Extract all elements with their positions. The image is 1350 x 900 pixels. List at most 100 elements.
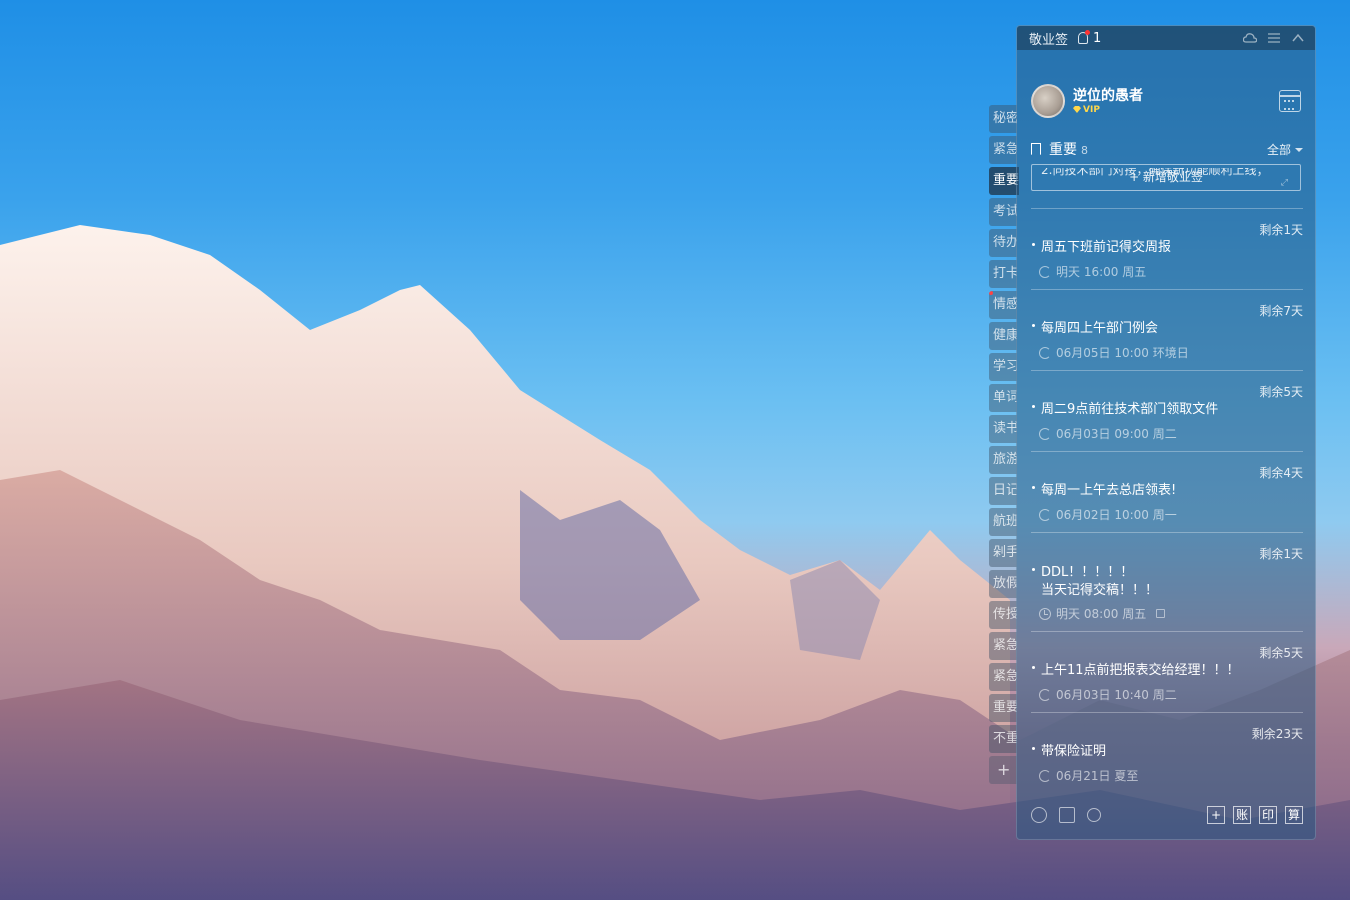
tab-exam[interactable]: 考试 <box>989 198 1017 226</box>
vip-badge: VIP <box>1073 105 1100 115</box>
calculator-button[interactable]: 算 <box>1285 806 1303 824</box>
note-meta: 明天 08:00 周五 <box>1039 605 1166 622</box>
tab-urgent-2[interactable]: 紧急 <box>989 632 1017 660</box>
filter-dropdown[interactable]: 全部 <box>1267 141 1303 158</box>
note-item[interactable]: 剩余1天 DDL！！！！！ 当天记得交稿！！！ 明天 08:00 周五 <box>1031 532 1303 631</box>
note-item[interactable]: 剩余23天 带保险证明 06月21日 夏至 <box>1031 712 1303 793</box>
tab-not-important[interactable]: 不重 <box>989 725 1017 753</box>
note-item[interactable]: 剩余5天 上午11点前把报表交给经理！！！ 06月03日 10:40 周二 <box>1031 631 1303 712</box>
tab-diary[interactable]: 日记 <box>989 477 1017 505</box>
add-button[interactable]: + <box>1207 806 1225 824</box>
repeat-icon <box>1039 769 1051 782</box>
tab-urgent-3[interactable]: 紧急 <box>989 663 1017 691</box>
tab-todo[interactable]: 待办 <box>989 229 1017 257</box>
tab-emotion[interactable]: 情感 <box>989 291 1017 319</box>
section-title: 重要 <box>1049 142 1077 158</box>
add-tab-button[interactable]: + <box>989 756 1017 784</box>
bell-icon[interactable] <box>1078 30 1091 44</box>
lock-icon <box>1156 609 1166 618</box>
filter-label: 全部 <box>1266 142 1291 157</box>
footer-tools: + 账 印 算 <box>1207 806 1303 824</box>
remaining-days: 剩余1天 <box>1259 223 1303 237</box>
vip-label: VIP <box>1083 105 1100 115</box>
remaining-days: 剩余23天 <box>1251 727 1303 741</box>
note-text: 周五下班前记得交周报 <box>1031 240 1172 255</box>
username[interactable]: 逆位的愚者 <box>1073 85 1143 105</box>
history-icon[interactable] <box>1031 807 1047 823</box>
clipped-note-line: 2.向技术部门对接，确保新功能顺利上线； <box>1041 168 1269 177</box>
tab-urgent[interactable]: 紧急 <box>989 136 1017 164</box>
remaining-days: 剩余5天 <box>1259 646 1303 660</box>
app-title: 敬业签 <box>1029 32 1069 48</box>
remaining-days: 剩余5天 <box>1259 385 1303 399</box>
note-time: 明天 16:00 周五 <box>1056 265 1147 279</box>
search-icon[interactable] <box>1087 808 1101 822</box>
note-item[interactable]: 剩余1天 周五下班前记得交周报 明天 16:00 周五 <box>1031 208 1303 289</box>
note-text: 每周一上午去总店领表! <box>1031 483 1177 498</box>
note-time: 06月05日 10:00 环境日 <box>1056 346 1189 360</box>
avatar[interactable] <box>1031 84 1065 118</box>
calendar-icon[interactable] <box>1279 90 1301 112</box>
note-item[interactable]: 剩余4天 每周一上午去总店领表! 06月02日 10:00 周一 <box>1031 451 1303 532</box>
remaining-days: 剩余4天 <box>1259 466 1303 480</box>
tab-shopping[interactable]: 剁手 <box>989 539 1017 567</box>
remaining-days: 剩余1天 <box>1259 547 1303 561</box>
tab-teach[interactable]: 传授 <box>989 601 1017 629</box>
repeat-icon <box>1039 688 1051 701</box>
bookmark-icon <box>1031 143 1041 155</box>
collapse-icon[interactable] <box>1291 32 1305 44</box>
titlebar-controls <box>1243 32 1305 44</box>
note-meta: 明天 16:00 周五 <box>1039 263 1146 280</box>
note-item[interactable]: 剩余7天 每周四上午部门例会 06月05日 10:00 环境日 <box>1031 289 1303 370</box>
cloud-sync-icon[interactable] <box>1243 32 1257 44</box>
repeat-icon <box>1039 346 1051 359</box>
note-text: DDL！！！！！ 当天记得交稿！！！ <box>1031 564 1159 600</box>
tab-checkin[interactable]: 打卡 <box>989 260 1017 288</box>
notification-count: 1 <box>1093 30 1102 46</box>
tab-health[interactable]: 健康 <box>989 322 1017 350</box>
note-time: 明天 08:00 周五 <box>1056 607 1147 621</box>
sticky-note-panel: 敬业签 1 逆位的愚者 VIP 重要 8 全部 + 新增敬业签 ⤢ 2.向技术部… <box>1016 25 1316 840</box>
note-time: 06月02日 10:00 周一 <box>1056 508 1177 522</box>
tab-travel[interactable]: 旅游 <box>989 446 1017 474</box>
tab-important[interactable]: 重要 <box>989 167 1019 195</box>
panel-footer: + 账 印 算 <box>1017 791 1315 839</box>
note-text: 周二9点前往技术部门领取文件 <box>1031 402 1219 417</box>
remaining-days: 剩余7天 <box>1259 304 1303 318</box>
diamond-icon <box>1073 106 1081 113</box>
category-tabs: 秘密 紧急 重要 考试 待办 打卡 情感 健康 学习 单词 读书 旅游 日记 航… <box>989 105 1019 787</box>
repeat-icon <box>1039 427 1051 440</box>
note-line-1: DDL！！！！！ <box>1041 565 1134 580</box>
note-meta: 06月03日 10:40 周二 <box>1039 686 1177 703</box>
panel-titlebar[interactable]: 敬业签 1 <box>1017 26 1315 50</box>
tab-holiday[interactable]: 放假 <box>989 570 1017 598</box>
section-count: 8 <box>1081 144 1088 157</box>
section-header: 重要 8 全部 <box>1031 139 1303 159</box>
print-button[interactable]: 印 <box>1259 806 1277 824</box>
note-time: 06月21日 夏至 <box>1056 769 1139 783</box>
note-meta: 06月02日 10:00 周一 <box>1039 506 1177 523</box>
account-button[interactable]: 账 <box>1233 806 1251 824</box>
note-text: 每周四上午部门例会 <box>1031 321 1159 336</box>
tab-secret[interactable]: 秘密 <box>989 105 1017 133</box>
note-time: 06月03日 09:00 周二 <box>1056 427 1177 441</box>
note-item[interactable]: 剩余5天 周二9点前往技术部门领取文件 06月03日 09:00 周二 <box>1031 370 1303 451</box>
note-meta: 06月03日 09:00 周二 <box>1039 425 1177 442</box>
note-text: 上午11点前把报表交给经理！！！ <box>1032 663 1240 678</box>
tab-flight[interactable]: 航班 <box>989 508 1017 536</box>
note-meta: 06月05日 10:00 环境日 <box>1039 344 1189 361</box>
tab-words[interactable]: 单词 <box>989 384 1017 412</box>
repeat-icon <box>1039 265 1051 278</box>
clipped-note-text: 2.向技术部门对接，确保新功能顺利上线； <box>1041 168 1301 188</box>
tab-important-2[interactable]: 重要 <box>989 694 1017 722</box>
user-profile: 逆位的愚者 VIP 重要 8 全部 + 新增敬业签 ⤢ <box>1017 50 1315 191</box>
note-list: 剩余1天 周五下班前记得交周报 明天 16:00 周五 剩余7天 每周四上午部门… <box>1017 208 1315 793</box>
note-meta: 06月21日 夏至 <box>1039 767 1138 784</box>
note-time: 06月03日 10:40 周二 <box>1056 688 1177 702</box>
checklist-icon[interactable] <box>1059 807 1075 823</box>
tab-study[interactable]: 学习 <box>989 353 1017 381</box>
tab-reading[interactable]: 读书 <box>989 415 1017 443</box>
note-line-2: 当天记得交稿！！！ <box>1041 583 1159 598</box>
clock-icon <box>1039 607 1051 620</box>
menu-icon[interactable] <box>1267 32 1281 44</box>
